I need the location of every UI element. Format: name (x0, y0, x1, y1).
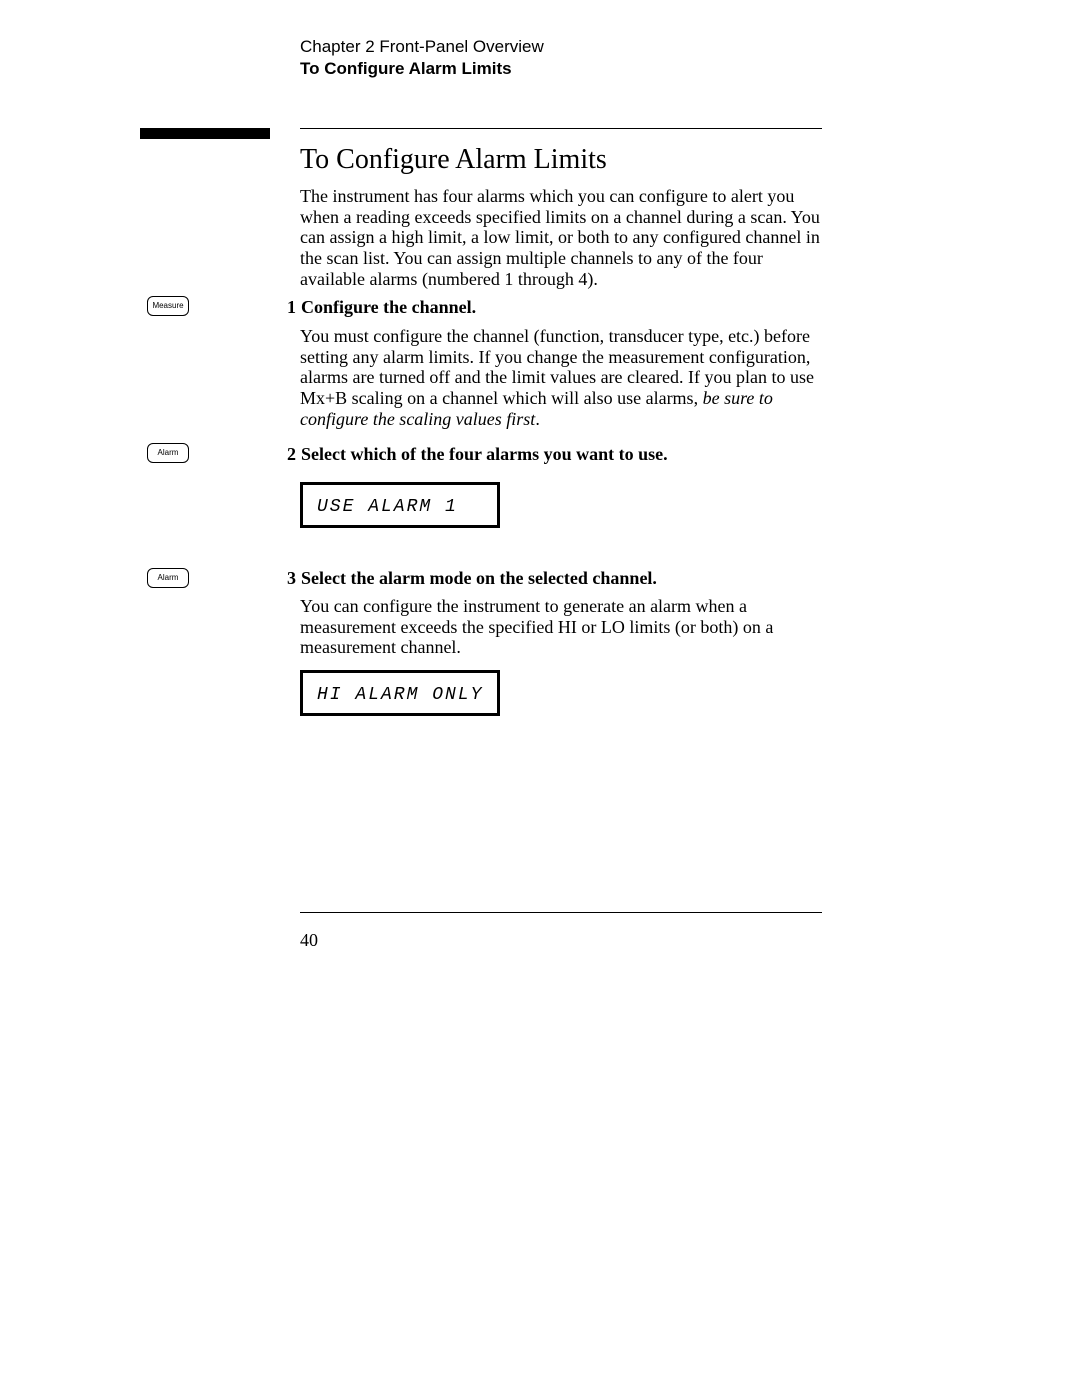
lcd-display-2: HI ALARM ONLY (300, 670, 500, 716)
chapter-line: Chapter 2 Front-Panel Overview (300, 36, 544, 58)
section-line: To Configure Alarm Limits (300, 58, 544, 80)
step-3-body: You can configure the instrument to gene… (300, 596, 822, 658)
lcd-display-1: USE ALARM 1 (300, 482, 500, 528)
page-number: 40 (300, 930, 318, 951)
top-rule (300, 128, 822, 129)
bottom-rule (300, 912, 822, 913)
page-title: To Configure Alarm Limits (300, 144, 607, 176)
step-1-title: Configure the channel. (301, 297, 476, 318)
alarm-key-icon: Alarm (147, 568, 189, 588)
tab-marker (140, 128, 270, 139)
page-header: Chapter 2 Front-Panel Overview To Config… (300, 36, 544, 80)
manual-page: Chapter 2 Front-Panel Overview To Config… (0, 0, 1080, 1397)
alarm-key-icon: Alarm (147, 443, 189, 463)
step-1-body-post: . (535, 409, 540, 429)
measure-key-icon: Measure (147, 296, 189, 316)
step-3-number: 3 (282, 568, 296, 589)
step-3-title: Select the alarm mode on the selected ch… (301, 568, 657, 589)
step-2-number: 2 (282, 444, 296, 465)
step-1-number: 1 (282, 297, 296, 318)
step-2-title: Select which of the four alarms you want… (301, 444, 668, 465)
intro-paragraph: The instrument has four alarms which you… (300, 186, 822, 289)
step-1-body: You must configure the channel (function… (300, 326, 822, 429)
